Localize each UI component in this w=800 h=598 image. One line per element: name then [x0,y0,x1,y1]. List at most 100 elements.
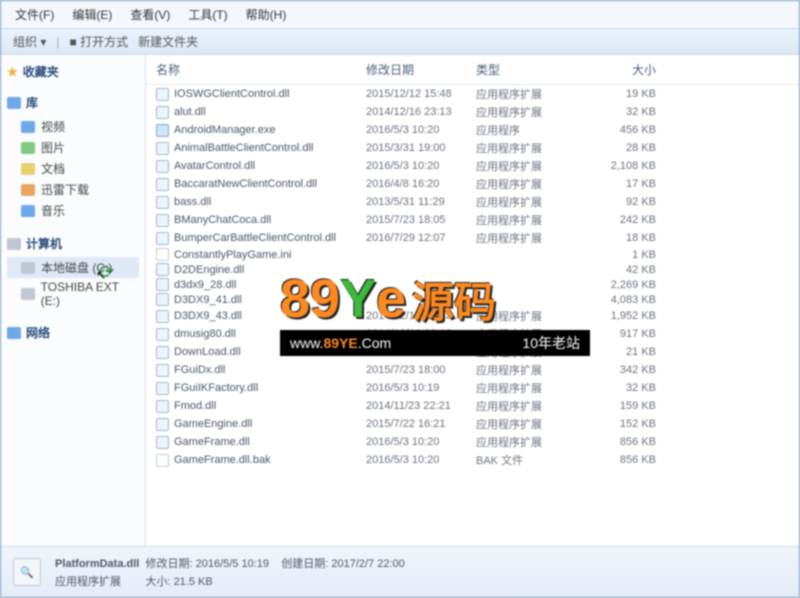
sidebar-item-pictures[interactable]: 图片 [7,137,139,158]
file-icon [156,293,169,306]
network-icon [7,327,21,339]
file-row[interactable]: D3DX9_43.dll2014/12/16 23:13应用程序扩展1,952 … [146,307,799,325]
file-row[interactable]: BumperCarBattleClientControl.dll 2016/7/2… [146,229,799,247]
download-icon [21,184,35,196]
separator: | [56,35,59,49]
file-row[interactable]: AndroidManager.exe2016/5/3 10:20应用程序456 … [146,121,799,139]
file-type: 应用程序扩展 [476,416,576,432]
file-row[interactable]: BManyChatCoca.dll2015/7/23 18:05应用程序扩展24… [146,211,799,229]
file-row[interactable]: FGuiDx.dll2015/7/23 18:00应用程序扩展342 KB [146,361,799,379]
file-size: 856 KB [576,454,656,466]
file-name: BManyChatCoca.dll [174,214,271,226]
file-date: 2014/12/16 23:13 [366,328,476,340]
file-row[interactable]: d3dx9_28.dll 2,269 KB [146,277,799,292]
file-name: BumperCarBattleClientControl.dll [174,232,336,244]
file-type: 应用程序扩展 [476,176,576,192]
file-date: 2015/7/23 18:05 [366,214,476,226]
file-icon [156,310,169,323]
file-row[interactable]: IOSWGClientControl.dll2015/12/12 15:48应用… [146,85,799,103]
file-row[interactable]: DownLoad.dll2016/5/3 10:19应用程序扩展21 KB [146,343,799,361]
file-size: 342 KB [576,364,656,376]
file-size: 2,269 KB [576,279,656,291]
file-row[interactable]: D2DEngine.dll42 KB [146,262,799,277]
file-icon [156,142,169,155]
network-header[interactable]: 网络 [7,324,139,341]
file-size: 1 KB [576,249,656,261]
video-icon [21,121,35,133]
file-size: 856 KB [576,436,656,448]
file-type: 应用程序扩展 [476,212,576,228]
sidebar-item-drive-c[interactable]: 本地磁盘 (C:) [7,257,139,278]
file-row[interactable]: D3DX9_41.dll4,083 KB [146,292,799,307]
menu-view[interactable]: 查看(V) [130,6,170,23]
file-row[interactable]: bass.dll2013/5/31 11:29应用程序扩展92 KB [146,193,799,211]
computer-header[interactable]: 计算机 [7,235,139,252]
sidebar-item-downloads[interactable]: 迅雷下载 [7,179,139,200]
file-name: D3DX9_43.dll [174,310,242,322]
col-size[interactable]: 大小 [576,61,656,78]
sidebar-item-documents[interactable]: 文档 [7,158,139,179]
file-row[interactable]: AvatarControl.dll2016/5/3 10:20应用程序扩展2,1… [146,157,799,175]
menu-tools[interactable]: 工具(T) [188,6,227,23]
file-date: 2016/5/3 10:20 [366,436,476,448]
file-row[interactable]: BaccaratNewClientControl.dll 2016/4/8 16:… [146,175,799,193]
menu-file[interactable]: 文件(F) [15,6,54,23]
file-name: GameFrame.dll.bak [174,454,271,466]
file-icon [156,436,169,449]
col-type[interactable]: 类型 [476,61,576,78]
organize-button[interactable]: 组织 ▾ [13,33,46,50]
status-createdate: 创建日期: 2017/2/7 22:00 [281,558,405,570]
favorites-header[interactable]: ★收藏夹 [7,63,139,80]
menu-edit[interactable]: 编辑(E) [72,6,112,23]
file-preview-icon: 🔍 [13,558,41,586]
status-filename: PlatformData.dll [55,558,139,570]
picture-icon [21,142,35,154]
col-name[interactable]: 名称 [156,61,366,78]
file-size: 917 KB [576,328,656,340]
file-row[interactable]: FGuiIKFactory.dll2016/5/3 10:19应用程序扩展32 … [146,379,799,397]
openwith-button[interactable]: ■ 打开方式 [69,33,128,50]
drive-icon [21,262,35,274]
file-name: GameEngine.dll [174,418,252,430]
file-icon [156,364,169,377]
file-date: 2016/4/8 16:20 [366,178,476,190]
file-icon [156,454,169,467]
file-name: FGuiIKFactory.dll [174,382,258,394]
library-icon [7,97,21,109]
file-row[interactable]: alut.dll2014/12/16 23:13应用程序扩展32 KB [146,103,799,121]
toolbar: 组织 ▾ | ■ 打开方式 新建文件夹 [1,28,799,55]
libraries-header[interactable]: 库 [7,94,139,111]
file-icon [156,232,169,245]
file-name: BaccaratNewClientControl.dll [174,178,317,190]
file-size: 4,083 KB [576,294,656,306]
file-name: d3dx9_28.dll [174,279,236,291]
navigation-sidebar: ★收藏夹 库 视频 图片 文档 迅雷下载 音乐 计算机 本地磁盘 (C:) TO… [1,55,146,546]
file-name: Fmod.dll [174,400,216,412]
file-row[interactable]: GameEngine.dll2015/7/22 16:21应用程序扩展152 K… [146,415,799,433]
file-row[interactable]: dmusig80.dll2014/12/16 23:13应用程序扩展917 KB [146,325,799,343]
file-date: 2014/12/16 23:13 [366,310,476,322]
file-type: 应用程序扩展 [476,398,576,414]
sidebar-item-music[interactable]: 音乐 [7,200,139,221]
file-row[interactable]: GameFrame.dll.bak2016/5/3 10:20BAK 文件856… [146,451,799,469]
menu-help[interactable]: 帮助(H) [246,6,287,23]
file-name: FGuiDx.dll [174,364,225,376]
file-name: dmusig80.dll [174,328,236,340]
newfolder-button[interactable]: 新建文件夹 [138,33,198,50]
file-row[interactable]: GameFrame.dll2016/5/3 10:20应用程序扩展856 KB [146,433,799,451]
status-size: 大小: 21.5 KB [145,576,212,588]
file-row[interactable]: AnimalBattleClientControl.dll2015/3/31 1… [146,139,799,157]
sidebar-item-videos[interactable]: 视频 [7,116,139,137]
status-moddate: 修改日期: 2016/5/5 10:19 [145,558,269,570]
file-date: 2016/5/3 10:20 [366,160,476,172]
file-icon [156,88,169,101]
sidebar-item-drive-e[interactable]: TOSHIBA EXT (E:) [7,278,139,310]
file-date: 2016/5/3 10:19 [366,382,476,394]
file-icon [156,196,169,209]
status-bar: 🔍 PlatformData.dll 修改日期: 2016/5/5 10:19 … [1,546,799,597]
file-date: 2016/7/29 12:07 [366,232,476,244]
file-name: AvatarControl.dll [174,160,255,172]
file-row[interactable]: Fmod.dll2014/11/23 22:21应用程序扩展159 KB [146,397,799,415]
file-row[interactable]: ConstantlyPlayGame.ini1 KB [146,247,799,262]
col-date[interactable]: 修改日期 [366,61,476,78]
